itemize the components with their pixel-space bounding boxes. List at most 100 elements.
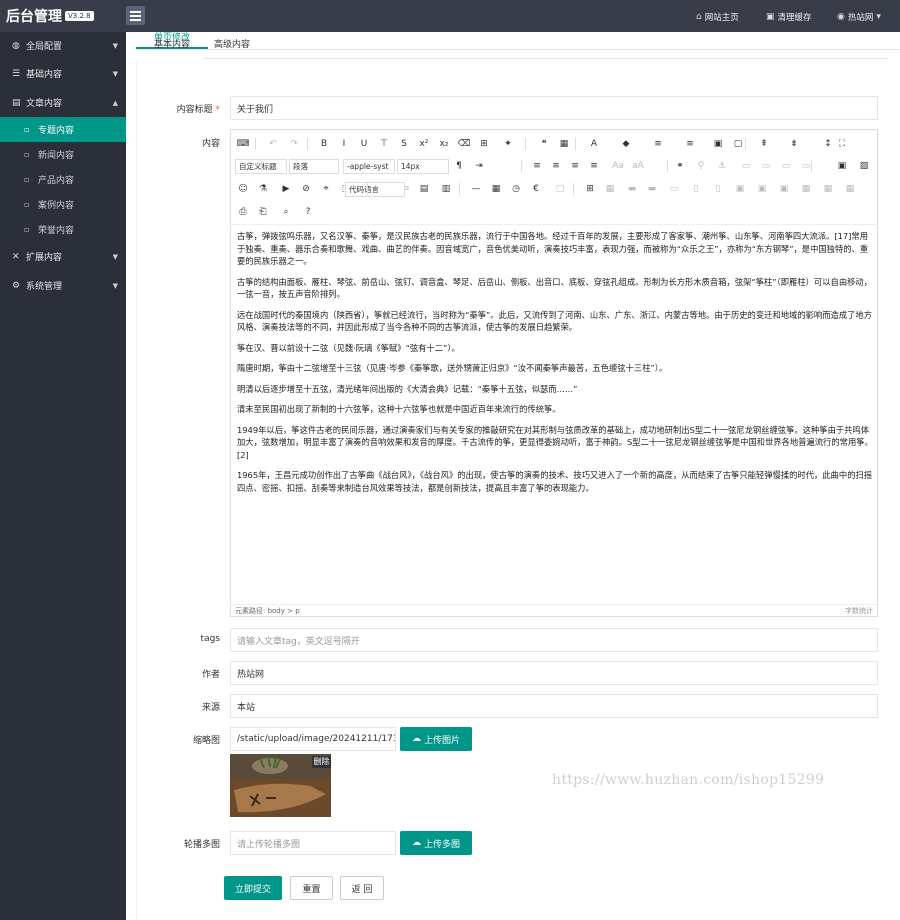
- back-button[interactable]: 返 回: [340, 876, 384, 900]
- sidebar-item-honor-content[interactable]: ▫ 荣誉内容: [0, 217, 126, 242]
- map-icon[interactable]: ⌖: [319, 182, 333, 196]
- insert-paragraph-before-table-icon[interactable]: ▬: [625, 182, 639, 196]
- carousel-input[interactable]: 请上传轮播多图: [230, 831, 396, 855]
- image-none-icon[interactable]: ▭: [739, 159, 753, 173]
- user-menu[interactable]: ◉ 热站网 ▾: [837, 11, 881, 23]
- split-to-rows-icon[interactable]: ▦: [821, 182, 835, 196]
- background-icon[interactable]: ▥: [439, 182, 453, 196]
- upload-multiple-button[interactable]: ☁ 上传多图: [400, 831, 472, 855]
- tags-input[interactable]: 请输入文章tag，英文逗号隔开: [230, 628, 878, 652]
- clear-doc-icon[interactable]: ▢: [731, 137, 745, 151]
- paragraph-select[interactable]: 段落: [289, 159, 339, 174]
- sidebar-group-global-config[interactable]: ◍ 全局配置 ▼: [0, 33, 126, 58]
- font-border-icon[interactable]: ⊤: [377, 137, 391, 151]
- select-all-icon[interactable]: ▣: [711, 137, 725, 151]
- sidebar-item-news-content[interactable]: ▫ 新闻内容: [0, 142, 126, 167]
- reset-button[interactable]: 重置: [290, 876, 333, 900]
- unlink-icon[interactable]: ⚲: [694, 159, 708, 173]
- app-logo[interactable]: 后台管理 V3.2.8: [6, 6, 94, 26]
- clear-cache-link[interactable]: ▣ 清理缓存: [766, 11, 812, 23]
- link-icon[interactable]: ⚭: [673, 159, 687, 173]
- justify-left-icon[interactable]: ≡: [530, 159, 544, 173]
- site-home-link[interactable]: ⌂ 网站主页: [696, 11, 739, 23]
- sidebar-group-article-content[interactable]: ▤ 文章内容 ▲: [0, 90, 126, 115]
- video-icon[interactable]: ▶: [279, 182, 293, 196]
- source-input[interactable]: 本站: [230, 694, 878, 718]
- paste-plain-icon[interactable]: ▦: [557, 137, 571, 151]
- subscript-icon[interactable]: x₂: [437, 137, 451, 151]
- format-match-icon[interactable]: ⊞: [477, 137, 491, 151]
- tab-advanced-content[interactable]: 高级内容: [214, 37, 250, 50]
- scrawl-icon[interactable]: ⚗: [256, 182, 270, 196]
- source-icon[interactable]: ⌨: [236, 137, 250, 151]
- help-icon[interactable]: ?: [301, 205, 315, 219]
- remove-format-icon[interactable]: ⌫: [457, 137, 471, 151]
- font-size-select[interactable]: 14px: [397, 159, 449, 174]
- undo-icon[interactable]: ↶: [266, 137, 280, 151]
- indent-icon[interactable]: ⇥: [472, 159, 486, 173]
- thumbnail-path-input[interactable]: /static/upload/image/20241211/173392: [230, 727, 396, 751]
- sidebar-group-extended-content[interactable]: ✕ 扩展内容 ▼: [0, 244, 126, 269]
- superscript-icon[interactable]: x²: [417, 137, 431, 151]
- row-spacing-bottom-icon[interactable]: ⇟: [787, 137, 801, 151]
- anchor-icon[interactable]: ⚓: [715, 159, 729, 173]
- justify-full-icon[interactable]: ≡: [587, 159, 601, 173]
- ordered-list-icon[interactable]: ≡: [651, 137, 665, 151]
- redo-icon[interactable]: ↷: [287, 137, 301, 151]
- word-count[interactable]: 字数统计: [845, 606, 873, 616]
- menu-toggle-button[interactable]: [126, 6, 145, 25]
- code-language-select[interactable]: 代码语言: [345, 182, 405, 197]
- special-char-icon[interactable]: €: [529, 182, 543, 196]
- submit-button[interactable]: 立即提交: [224, 876, 282, 900]
- search-replace-icon[interactable]: ⌕: [279, 205, 293, 219]
- merge-right-icon[interactable]: ▣: [755, 182, 769, 196]
- rtl-icon[interactable]: ¶: [452, 159, 466, 173]
- image-right-icon[interactable]: ▭: [779, 159, 793, 173]
- simple-upload-icon[interactable]: ▣: [835, 159, 849, 173]
- split-to-cols-icon[interactable]: ▦: [843, 182, 857, 196]
- sidebar-item-case-content[interactable]: ▫ 案例内容: [0, 192, 126, 217]
- font-family-select[interactable]: -apple-syst: [343, 159, 395, 174]
- author-input[interactable]: 热站网: [230, 661, 878, 685]
- insert-row-icon[interactable]: ▬: [645, 182, 659, 196]
- tab-basic-content[interactable]: 基本内容: [154, 37, 190, 50]
- insert-table-icon[interactable]: ⊞: [583, 182, 597, 196]
- snap-icon[interactable]: ▢: [553, 182, 567, 196]
- emotion-icon[interactable]: ☺: [236, 182, 250, 196]
- editor-body[interactable]: 古筝，弹拨弦鸣乐器，又名汉筝、秦筝，是汉民族古老的民族乐器，流行于中国各地。经过…: [231, 226, 877, 602]
- italic-icon[interactable]: I: [337, 137, 351, 151]
- split-to-cells-icon[interactable]: ▦: [799, 182, 813, 196]
- sidebar-item-special-content[interactable]: ▫ 专题内容: [0, 117, 126, 142]
- delete-thumbnail-button[interactable]: 删除: [312, 756, 331, 768]
- attachment-icon[interactable]: ⊘: [299, 182, 313, 196]
- insert-col-icon[interactable]: ▯: [689, 182, 703, 196]
- delete-row-icon[interactable]: ▭: [667, 182, 681, 196]
- touppercase-icon[interactable]: Aa: [611, 159, 625, 173]
- row-spacing-top-icon[interactable]: ⇞: [757, 137, 771, 151]
- print-icon[interactable]: ⎙: [236, 205, 250, 219]
- backcolor-icon[interactable]: ◆: [619, 137, 633, 151]
- delete-table-icon[interactable]: ▦: [603, 182, 617, 196]
- horizontal-rule-icon[interactable]: —: [469, 182, 483, 196]
- title-input[interactable]: 关于我们: [230, 96, 878, 120]
- date-icon[interactable]: ▦: [489, 182, 503, 196]
- strikethrough-icon[interactable]: S: [397, 137, 411, 151]
- blockquote-icon[interactable]: ❝: [537, 137, 551, 151]
- delete-col-icon[interactable]: ▯: [711, 182, 725, 196]
- bold-icon[interactable]: B: [317, 137, 331, 151]
- sidebar-item-product-content[interactable]: ▫ 产品内容: [0, 167, 126, 192]
- unordered-list-icon[interactable]: ≡: [683, 137, 697, 151]
- preview-icon[interactable]: ⎗: [256, 205, 270, 219]
- line-height-icon[interactable]: ↕: [821, 137, 835, 151]
- fullscreen-icon[interactable]: ⛶: [835, 137, 849, 151]
- underline-icon[interactable]: U: [357, 137, 371, 151]
- upload-image-button[interactable]: ☁ 上传图片: [400, 727, 472, 751]
- tolowercase-icon[interactable]: aA: [631, 159, 645, 173]
- sidebar-group-basic-content[interactable]: ☰ 基础内容 ▼: [0, 61, 126, 86]
- template-icon[interactable]: ▤: [417, 182, 431, 196]
- insert-image-icon[interactable]: ▨: [857, 159, 871, 173]
- autotypeset-icon[interactable]: ✦: [501, 137, 515, 151]
- justify-center-icon[interactable]: ≡: [549, 159, 563, 173]
- image-left-icon[interactable]: ▭: [759, 159, 773, 173]
- justify-right-icon[interactable]: ≡: [568, 159, 582, 173]
